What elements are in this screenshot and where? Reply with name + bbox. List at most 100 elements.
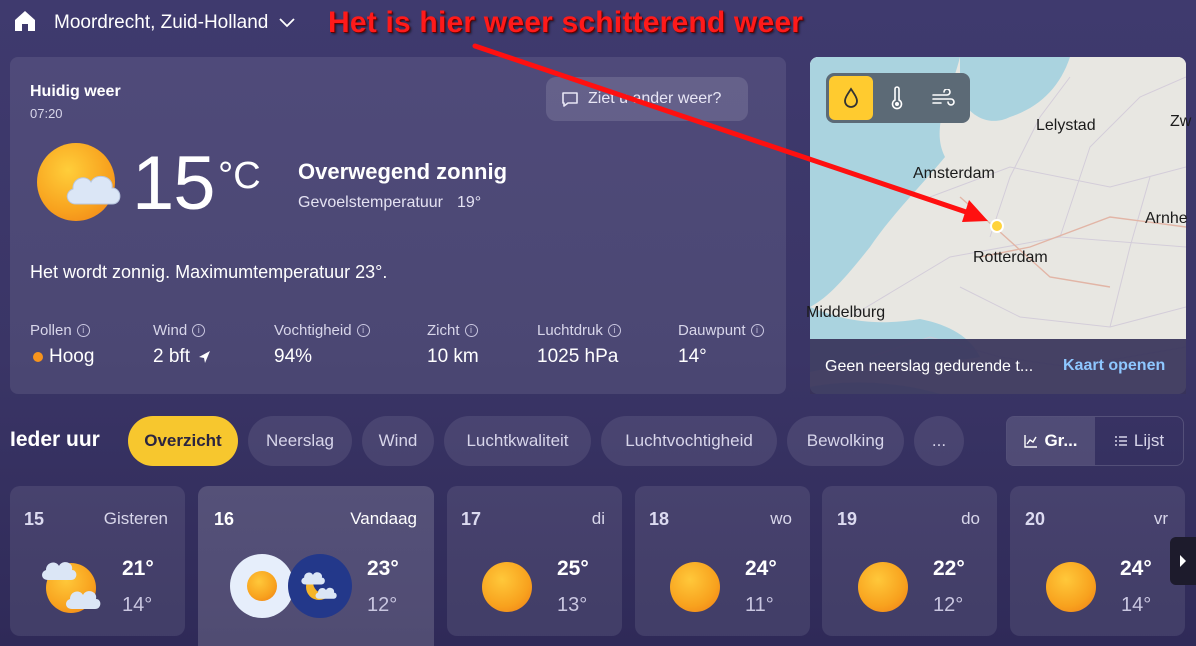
chevron-down-icon <box>279 18 296 28</box>
feels-like-label: Gevoelstemperatuur <box>298 194 443 211</box>
cloud-icon <box>66 175 121 205</box>
min-temp: 12° <box>367 594 398 616</box>
metric-value: 2 bft <box>153 346 190 367</box>
max-temp: 24° <box>1120 557 1152 580</box>
info-icon: i <box>76 324 90 337</box>
info-icon: i <box>750 324 764 337</box>
list-view-label: Lijst <box>1133 431 1165 450</box>
sun-icon <box>482 562 532 612</box>
metric-dewpoint-label[interactable]: Dauwpunt i <box>678 322 764 339</box>
metric-pollen-value: Hoog <box>33 346 94 368</box>
min-temp: 14° <box>1121 594 1152 616</box>
feels-like: Gevoelstemperatuur 19° <box>298 194 481 212</box>
day-number: 20 <box>1025 509 1046 529</box>
tab-neerslag[interactable]: Neerslag <box>248 416 352 466</box>
map-layer-toolbar <box>826 73 970 123</box>
tab-wind[interactable]: Wind <box>362 416 434 466</box>
home-icon[interactable] <box>12 8 38 34</box>
day-number: 18 <box>649 509 670 529</box>
metric-value: 94% <box>274 346 313 367</box>
metric-wind-value: 2 bft <box>153 346 212 368</box>
annotation-text: Het is hier weer schitterend weer <box>328 6 804 39</box>
report-weather-button[interactable]: Ziet u ander weer? <box>546 77 748 121</box>
wind-direction-arrow-icon <box>198 351 210 363</box>
day-number: 15 <box>24 509 45 529</box>
location-marker <box>990 219 1004 233</box>
map-label-zw: Zw <box>1170 113 1192 130</box>
wind-layer-button[interactable] <box>921 76 965 120</box>
precipitation-summary: Geen neerslag gedurende t... <box>825 357 1034 375</box>
tab-overzicht[interactable]: Overzicht <box>128 416 238 466</box>
metric-visibility-label[interactable]: Zicht i <box>427 322 478 339</box>
metric-dewpoint-value: 14° <box>678 346 707 368</box>
metric-label: Vochtigheid <box>274 322 352 339</box>
current-weather-time: 07:20 <box>30 106 63 121</box>
map-label-amsterdam: Amsterdam <box>913 165 995 182</box>
tab-more[interactable]: ... <box>914 416 964 466</box>
metric-label: Wind <box>153 322 188 339</box>
weather-condition: Overwegend zonnig <box>298 159 508 184</box>
day-name: di <box>591 509 605 528</box>
metric-label: Dauwpunt <box>678 322 746 339</box>
metric-label: Zicht <box>427 322 460 339</box>
metric-pressure-label[interactable]: Luchtdruk i <box>537 322 621 339</box>
temperature-layer-button[interactable] <box>875 76 919 120</box>
metric-pollen-label[interactable]: Pollen i <box>30 322 90 339</box>
location-selector[interactable]: Moordrecht, Zuid-Holland <box>54 12 296 34</box>
chevron-right-icon <box>1180 555 1186 567</box>
tab-luchtkwaliteit[interactable]: Luchtkwaliteit <box>444 416 591 466</box>
map-label-rotterdam: Rotterdam <box>973 249 1048 266</box>
view-toggle: Gr... Lijst <box>1006 416 1184 466</box>
current-weather-title: Huidig weer <box>30 83 121 100</box>
hourly-title: Ieder uur <box>10 428 100 451</box>
feels-like-value: 19° <box>456 194 482 211</box>
max-temp: 22° <box>933 557 965 580</box>
list-view-button[interactable]: Lijst <box>1095 417 1183 465</box>
metric-value: 1025 hPa <box>537 346 619 367</box>
day-number: 16 <box>214 509 235 529</box>
location-name: Moordrecht, Zuid-Holland <box>54 12 269 33</box>
day-name: Vandaag <box>350 509 417 528</box>
wind-icon <box>932 89 955 106</box>
max-temp: 21° <box>122 557 154 580</box>
metric-pressure-value: 1025 hPa <box>537 346 618 368</box>
graph-view-button[interactable]: Gr... <box>1007 417 1095 465</box>
metric-value: 14° <box>678 346 707 367</box>
info-icon: i <box>607 324 621 337</box>
cloud-icon <box>315 587 337 599</box>
tab-luchtvochtigheid[interactable]: Luchtvochtigheid <box>601 416 777 466</box>
scroll-right-button[interactable] <box>1170 537 1196 585</box>
metric-wind-label[interactable]: Wind i <box>153 322 206 339</box>
current-temperature: 15 <box>132 141 216 226</box>
metric-label: Luchtdruk <box>537 322 603 339</box>
metric-label: Pollen <box>30 322 72 339</box>
cloud-icon <box>42 562 77 580</box>
list-icon <box>1114 436 1127 446</box>
metric-humidity-label[interactable]: Vochtigheid i <box>274 322 370 339</box>
droplet-icon <box>844 87 858 108</box>
chart-icon <box>1024 435 1038 448</box>
min-temp: 14° <box>122 594 153 616</box>
temperature-unit: °C <box>218 155 261 197</box>
day-name: wo <box>770 509 792 528</box>
metric-visibility-value: 10 km <box>427 346 479 368</box>
tab-bewolking[interactable]: Bewolking <box>787 416 904 466</box>
min-temp: 13° <box>557 594 588 616</box>
map-label-middelburg: Middelburg <box>806 304 886 321</box>
map-label-lelystad: Lelystad <box>1036 117 1096 134</box>
open-map-link[interactable]: Kaart openen <box>1063 357 1165 375</box>
chat-bubble-icon <box>562 92 578 107</box>
min-temp: 11° <box>745 594 774 616</box>
graph-view-label: Gr... <box>1044 431 1078 450</box>
metric-value: Hoog <box>49 346 95 367</box>
info-icon: i <box>356 324 370 337</box>
sun-icon <box>858 562 908 612</box>
precipitation-layer-button[interactable] <box>829 76 873 120</box>
day-number: 17 <box>461 509 482 529</box>
max-temp: 24° <box>745 557 777 580</box>
day-number: 19 <box>837 509 858 529</box>
day-name: Gisteren <box>103 509 168 528</box>
thermometer-icon <box>891 86 903 110</box>
map-footer: Geen neerslag gedurende t... Kaart opene… <box>810 339 1186 394</box>
max-temp: 25° <box>557 557 589 580</box>
